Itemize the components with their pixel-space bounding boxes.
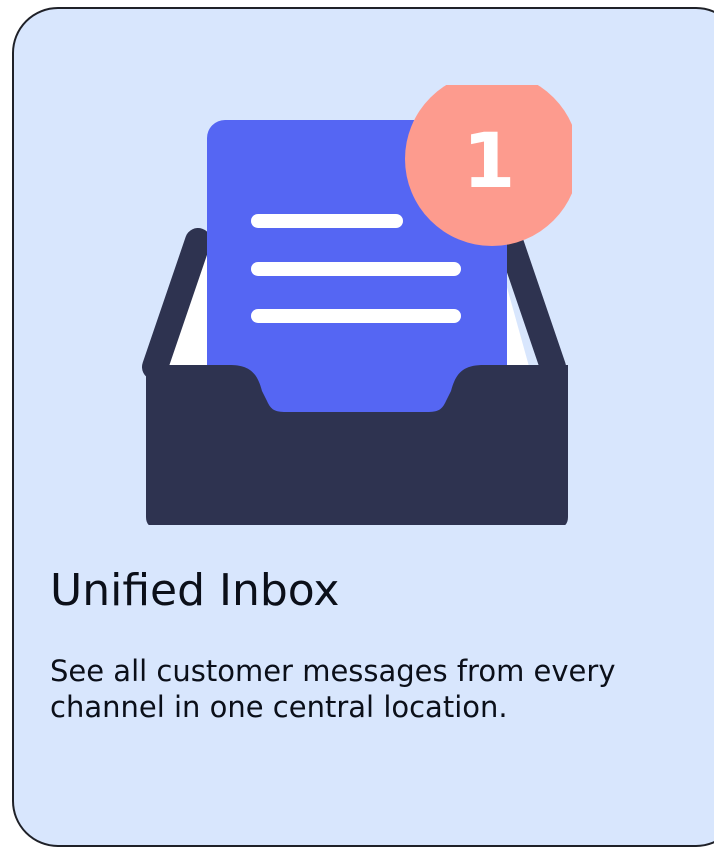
feature-title: Unified Inbox [50,565,340,616]
feature-description: See all customer messages from every cha… [50,654,616,724]
inbox-tray-icon: 1 [142,85,572,525]
inbox-illustration: 1 [132,85,572,525]
feature-card: 1 Unified Inbox See all customer message… [12,7,714,847]
notification-count: 1 [463,116,516,205]
